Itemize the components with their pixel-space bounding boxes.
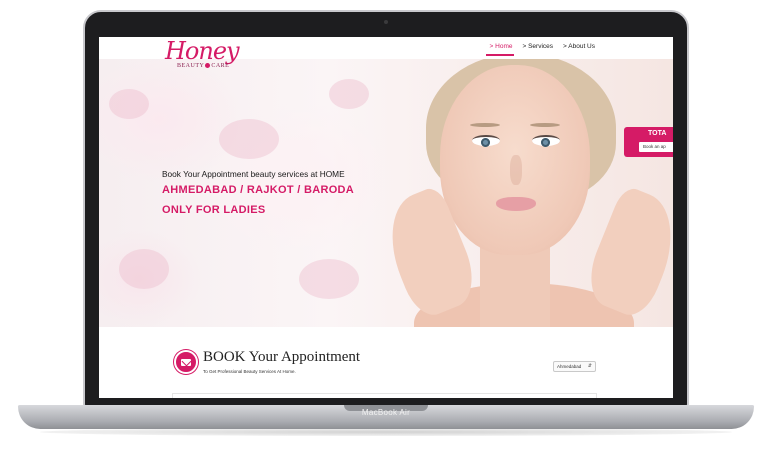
city-select[interactable]: Ahmedabad ⇵ (553, 361, 596, 372)
nav-services[interactable]: > Services (522, 43, 553, 50)
booking-form-edge (172, 393, 597, 398)
laptop-screen: Book Your Appointment beauty services at… (99, 37, 673, 398)
nav-about-us[interactable]: > About Us (563, 43, 595, 50)
hero-audience: ONLY FOR LADIES (162, 204, 266, 216)
hero-banner: Book Your Appointment beauty services at… (99, 59, 673, 327)
model-eye (532, 135, 560, 147)
blossom-decoration (329, 79, 369, 109)
hero-tagline: Book Your Appointment beauty services at… (162, 169, 345, 179)
envelope-icon (174, 350, 198, 374)
camera-icon (384, 20, 388, 24)
booking-subtitle: To Get Professional Beauty Services At H… (203, 369, 296, 374)
model-nose (510, 155, 522, 185)
model-photo (374, 59, 673, 327)
blossom-decoration (299, 259, 359, 299)
total-card: TOTA Book an ap (624, 127, 673, 157)
model-lips (496, 197, 536, 211)
blossom-decoration (119, 249, 169, 289)
model-brow (530, 123, 560, 127)
model-eye (472, 135, 500, 147)
booking-section: BOOK Your Appointment To Get Professiona… (99, 327, 673, 398)
logo-sub-right: CARE (211, 63, 230, 69)
device-label: MacBook Air (361, 408, 411, 417)
hero-cities: AHMEDABAD / RAJKOT / BARODA (162, 184, 355, 196)
booking-title: BOOK Your Appointment (203, 349, 361, 365)
total-label: TOTA (648, 130, 667, 137)
logo-subtitle: BEAUTY CARE (177, 63, 229, 69)
blossom-decoration (219, 119, 279, 159)
site-logo[interactable]: Honey BEAUTY CARE (161, 37, 261, 75)
book-appointment-button[interactable]: Book an ap (639, 142, 673, 152)
nav-home[interactable]: > Home (485, 43, 515, 56)
city-select-value: Ahmedabad (557, 364, 582, 369)
logo-flower-icon (205, 63, 211, 69)
model-brow (470, 123, 500, 127)
up-down-caret-icon: ⇵ (587, 363, 592, 369)
logo-wordmark: Honey (165, 37, 240, 65)
main-nav: > Home > Services > About Us (485, 43, 595, 56)
laptop-shadow (40, 428, 732, 436)
blossom-decoration (109, 89, 149, 119)
logo-sub-left: BEAUTY (177, 63, 205, 69)
model-face (440, 65, 590, 255)
hero-text: Book Your Appointment beauty services at… (162, 169, 354, 216)
